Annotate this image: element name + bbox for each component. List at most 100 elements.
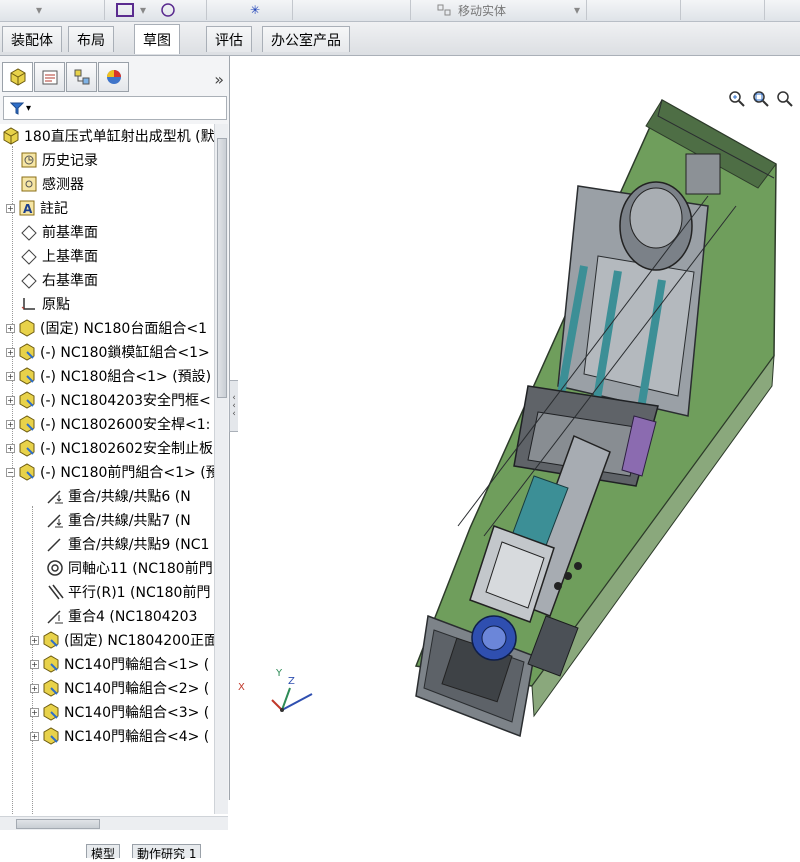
plane-icon <box>20 247 38 265</box>
subassembly-icon <box>18 439 36 457</box>
assembly-icon <box>2 127 20 145</box>
plane-icon <box>20 271 38 289</box>
horizontal-scrollbar[interactable] <box>0 816 228 830</box>
tree-item-component-expanded[interactable]: − (-) NC180前門組合<1> (預 <box>6 460 214 484</box>
expand-toggle[interactable]: + <box>6 347 15 357</box>
tab-evaluate[interactable]: 评估 <box>206 26 252 52</box>
scrollbar-thumb[interactable] <box>16 819 100 829</box>
tree-item-component[interactable]: + NC140門輪組合<1> ( <box>30 652 209 676</box>
axis-y-label: Y <box>276 668 283 679</box>
assembly-tree-icon <box>10 68 25 86</box>
mate-item[interactable]: 重合/共線/共點7 (N <box>46 508 191 532</box>
tree-root[interactable]: 180直压式单缸射出成型机 (默 <box>2 124 214 148</box>
axis-x-label: X <box>238 682 245 693</box>
tab-motion-study[interactable]: 動作研究 1 <box>132 844 202 861</box>
tree-item-component[interactable]: + (-) NC1802600安全桿<1: <box>6 412 210 436</box>
tree-item-annotations[interactable]: + A 註記 <box>6 196 68 220</box>
mate-item[interactable]: 重合/共線/共點6 (N <box>46 484 191 508</box>
tree-item-front-plane[interactable]: 前基準面 <box>20 220 98 244</box>
subassembly-icon <box>18 319 36 337</box>
expand-toggle[interactable]: + <box>6 443 15 453</box>
chevron-down-icon[interactable]: ▾ <box>26 103 31 114</box>
history-icon <box>20 151 38 169</box>
point-icon[interactable]: ✳ <box>250 0 260 20</box>
expand-toggle[interactable]: + <box>30 707 39 717</box>
graphics-viewport[interactable]: X Y Z <box>238 56 800 800</box>
tab-sketch[interactable]: 草图 <box>134 24 180 54</box>
subassembly-icon <box>42 631 60 649</box>
bottom-tab-bar: 模型 動作研究 1 <box>0 842 228 861</box>
tree-item-component[interactable]: + (-) NC1802602安全制止板 <box>6 436 213 460</box>
subassembly-icon <box>18 343 36 361</box>
coordinate-triad <box>271 687 313 712</box>
scrollbar-thumb[interactable] <box>217 138 227 398</box>
dropdown-arrow-icon[interactable]: ▾ <box>140 0 146 20</box>
expand-toggle[interactable]: + <box>6 419 15 429</box>
vertical-scrollbar[interactable] <box>214 124 228 814</box>
subassembly-icon <box>18 391 36 409</box>
expand-toggle[interactable]: + <box>30 731 39 741</box>
mate-item[interactable]: 同軸心11 (NC180前門 <box>46 556 213 580</box>
tab-office-products[interactable]: 办公室产品 <box>262 26 350 52</box>
subassembly-icon <box>42 655 60 673</box>
origin-icon <box>20 295 38 313</box>
axis-z-label: Z <box>288 676 295 687</box>
subassembly-icon <box>42 703 60 721</box>
expand-toggle[interactable]: + <box>30 635 39 645</box>
parallel-mate-icon <box>46 583 64 601</box>
view-orientation-icon[interactable] <box>116 0 134 20</box>
tree-item-component[interactable]: + (-) NC180組合<1> (預設) <box>6 364 211 388</box>
subassembly-icon <box>18 415 36 433</box>
tree-item-component[interactable]: + (固定) NC180台面組合<1 <box>6 316 207 340</box>
tab-layout[interactable]: 布局 <box>68 26 114 52</box>
tab-assembly[interactable]: 装配体 <box>2 26 62 52</box>
dropdown-arrow-icon[interactable]: ▾ <box>36 0 42 20</box>
property-manager-tab[interactable] <box>34 62 65 92</box>
tree-item-component[interactable]: + NC140門輪組合<2> ( <box>30 676 209 700</box>
expand-toggle[interactable]: + <box>6 395 15 405</box>
command-tab-bar: 装配体 布局 草图 评估 办公室产品 <box>0 22 800 56</box>
move-entity-button[interactable]: 移动实体 <box>458 0 506 20</box>
concentric-mate-icon <box>46 559 64 577</box>
tree-item-right-plane[interactable]: 右基準面 <box>20 268 98 292</box>
expand-toggle[interactable]: + <box>6 323 15 333</box>
expand-toggle[interactable]: + <box>30 659 39 669</box>
coincident-mate-icon <box>46 607 64 625</box>
move-entity-icon[interactable] <box>436 0 452 20</box>
tree-item-component[interactable]: + NC140門輪組合<4> ( <box>30 724 209 748</box>
expand-panel-button[interactable]: » <box>214 70 224 89</box>
tree-item-component[interactable]: + (固定) NC1804200正面 <box>30 628 214 652</box>
expand-toggle[interactable]: + <box>30 683 39 693</box>
filter-box[interactable]: ▾ <box>3 96 227 120</box>
mate-item[interactable]: 平行(R)1 (NC180前門 <box>46 580 210 604</box>
tree-item-origin[interactable]: 原點 <box>20 292 70 316</box>
annotation-icon: A <box>18 199 36 217</box>
mate-item[interactable]: 重合/共線/共點9 (NC1 <box>46 532 209 556</box>
subassembly-icon <box>42 727 60 745</box>
mate-item[interactable]: 重合4 (NC1804203 <box>46 604 197 628</box>
sensor-icon <box>20 175 38 193</box>
coincident-mate-icon <box>46 511 64 529</box>
tree-item-component[interactable]: + (-) NC180鎖模缸組合<1> <box>6 340 210 364</box>
subassembly-icon <box>18 463 36 481</box>
expand-toggle[interactable]: + <box>6 371 15 381</box>
sketch-icon[interactable] <box>160 0 176 20</box>
expand-toggle[interactable]: + <box>6 203 15 213</box>
tree-item-component[interactable]: + NC140門輪組合<3> ( <box>30 700 209 724</box>
feature-manager-panel: » ▾ 180直压式单缸射出成型机 (默 历史记录 感测器 + A 註記 前基準… <box>0 56 230 861</box>
tab-model[interactable]: 模型 <box>86 844 121 861</box>
tree-item-top-plane[interactable]: 上基準面 <box>20 244 98 268</box>
tree-item-history[interactable]: 历史记录 <box>20 148 98 172</box>
subassembly-icon <box>42 679 60 697</box>
property-icon <box>42 70 57 85</box>
configuration-manager-tab[interactable] <box>66 62 97 92</box>
manager-tabs: » <box>0 62 230 92</box>
collapse-toggle[interactable]: − <box>6 467 15 477</box>
plane-icon <box>20 223 38 241</box>
command-toolbar: ▾ ▾ ✳ 移动实体 ▾ <box>0 0 800 22</box>
tree-item-component[interactable]: + (-) NC1804203安全門框< <box>6 388 211 412</box>
dropdown-arrow-icon[interactable]: ▾ <box>574 0 580 20</box>
tree-item-sensors[interactable]: 感测器 <box>20 172 84 196</box>
display-manager-tab[interactable] <box>98 62 129 92</box>
feature-manager-tab[interactable] <box>2 62 33 92</box>
